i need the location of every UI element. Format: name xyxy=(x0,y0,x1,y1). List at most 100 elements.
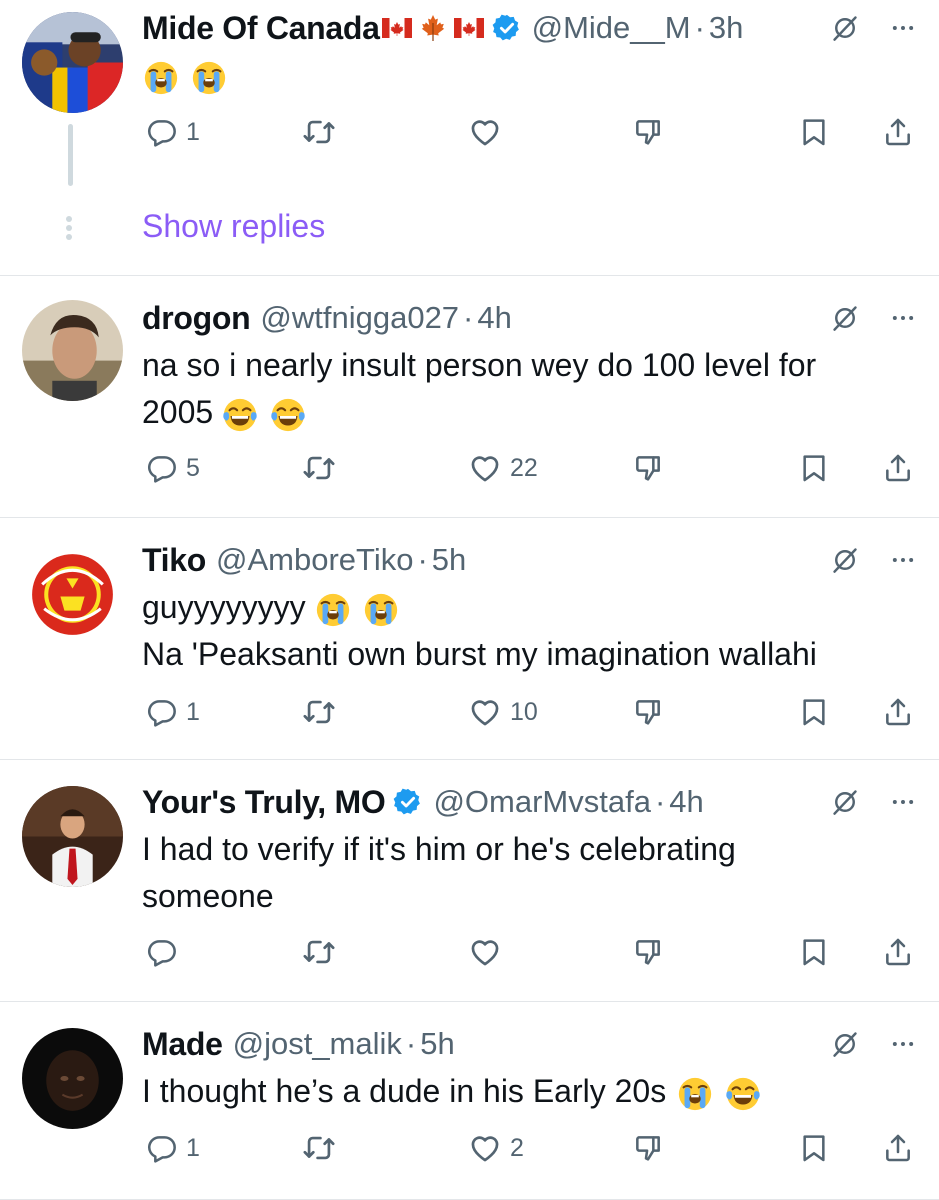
share-icon xyxy=(882,452,914,484)
bookmark-button[interactable] xyxy=(798,112,830,152)
dislike-icon xyxy=(632,696,664,728)
dislike-button[interactable] xyxy=(632,1128,664,1168)
canada-flag-icon xyxy=(454,18,484,38)
reply-icon xyxy=(146,696,178,728)
display-name[interactable]: Made xyxy=(142,1026,223,1063)
tears-of-joy-emoji-icon xyxy=(221,396,259,434)
avatar[interactable] xyxy=(22,300,123,401)
retweet-icon xyxy=(302,115,336,149)
handle[interactable]: @Mide__M xyxy=(532,10,691,46)
retweet-button[interactable] xyxy=(302,448,336,488)
grok-icon[interactable] xyxy=(831,14,859,42)
more-options-icon[interactable] xyxy=(889,304,917,332)
tweet-text: I had to verify if it's him or he's cele… xyxy=(142,826,899,920)
reply-button[interactable] xyxy=(146,932,178,972)
share-icon xyxy=(882,116,914,148)
display-name[interactable]: Mide Of Canada xyxy=(142,10,380,47)
tweet-header: Mide Of Canada @Mide__M · 3h xyxy=(142,6,917,50)
display-name[interactable]: Your's Truly, MO xyxy=(142,784,386,821)
tweet-header: Tiko @AmboreTiko · 5h xyxy=(142,538,917,582)
avatar[interactable] xyxy=(22,12,123,113)
tweet-tiko[interactable]: Tiko @AmboreTiko · 5h guyyyyyyyy Na 'Pea… xyxy=(0,518,939,760)
share-button[interactable] xyxy=(882,448,914,488)
reply-count: 1 xyxy=(186,1133,200,1162)
tweet-text-line: I had to verify if it's him or he's cele… xyxy=(142,831,736,867)
dislike-button[interactable] xyxy=(632,112,664,152)
grok-icon[interactable] xyxy=(831,546,859,574)
reply-button[interactable]: 1 xyxy=(146,1128,200,1168)
bookmark-icon xyxy=(798,936,830,968)
reply-count: 1 xyxy=(186,117,200,146)
heart-icon xyxy=(468,451,502,485)
tweet-text-line: I thought he’s a dude in his Early 20s xyxy=(142,1068,899,1115)
action-bar: 1 2 xyxy=(142,1128,917,1168)
tweet-text-fragment: 2005 xyxy=(142,394,214,430)
bookmark-icon xyxy=(798,452,830,484)
handle[interactable]: @wtfnigga027 xyxy=(260,300,459,336)
avatar[interactable] xyxy=(22,544,123,645)
tweet-text-line: 2005 xyxy=(142,389,899,436)
share-button[interactable] xyxy=(882,932,914,972)
handle[interactable]: @AmboreTiko xyxy=(216,542,413,578)
display-name[interactable]: Tiko xyxy=(142,542,206,579)
more-options-icon[interactable] xyxy=(889,788,917,816)
bookmark-button[interactable] xyxy=(798,932,830,972)
like-button[interactable] xyxy=(468,932,502,972)
retweet-button[interactable] xyxy=(302,692,336,732)
reply-icon xyxy=(146,116,178,148)
bookmark-button[interactable] xyxy=(798,448,830,488)
dislike-icon xyxy=(632,452,664,484)
heart-icon xyxy=(468,1131,502,1165)
avatar[interactable] xyxy=(22,786,123,887)
retweet-button[interactable] xyxy=(302,1128,336,1168)
canada-flag-icon xyxy=(382,18,412,38)
heart-icon xyxy=(468,115,502,149)
tweet-omar[interactable]: Your's Truly, MO @OmarMvstafa · 4h I had… xyxy=(0,760,939,1002)
show-replies-link[interactable]: Show replies xyxy=(142,208,325,245)
more-options-icon[interactable] xyxy=(889,1030,917,1058)
tweet-made[interactable]: Made @jost_malik · 5h I thought he’s a d… xyxy=(0,1002,939,1200)
share-button[interactable] xyxy=(882,692,914,732)
bookmark-icon xyxy=(798,696,830,728)
more-options-icon[interactable] xyxy=(889,546,917,574)
separator-dot: · xyxy=(417,542,428,577)
handle[interactable]: @OmarMvstafa xyxy=(433,784,651,820)
timestamp[interactable]: 5h xyxy=(432,542,466,578)
grok-icon[interactable] xyxy=(831,788,859,816)
reply-button[interactable]: 1 xyxy=(146,112,200,152)
like-button[interactable]: 22 xyxy=(468,448,538,488)
handle[interactable]: @jost_malik xyxy=(233,1026,402,1062)
share-button[interactable] xyxy=(882,1128,914,1168)
tweet-mide[interactable]: Mide Of Canada @Mide__M · 3h 1 Show repl… xyxy=(0,0,939,276)
grok-icon[interactable] xyxy=(831,1030,859,1058)
display-name[interactable]: drogon xyxy=(142,300,251,337)
tweet-text: guyyyyyyyy Na 'Peaksanti own burst my im… xyxy=(142,584,899,678)
like-button[interactable]: 10 xyxy=(468,692,538,732)
tweet-drogon[interactable]: drogon @wtfnigga027 · 4h na so i nearly … xyxy=(0,276,939,518)
dislike-button[interactable] xyxy=(632,448,664,488)
action-bar xyxy=(142,932,917,972)
timestamp[interactable]: 3h xyxy=(709,10,743,46)
bookmark-button[interactable] xyxy=(798,1128,830,1168)
like-button[interactable]: 2 xyxy=(468,1128,524,1168)
more-options-icon[interactable] xyxy=(889,14,917,42)
thread-dots xyxy=(66,216,72,243)
tears-of-joy-emoji-icon xyxy=(269,396,307,434)
grok-icon[interactable] xyxy=(831,304,859,332)
timestamp[interactable]: 4h xyxy=(477,300,511,336)
like-button[interactable] xyxy=(468,112,502,152)
timestamp[interactable]: 5h xyxy=(420,1026,454,1062)
dislike-button[interactable] xyxy=(632,692,664,732)
retweet-button[interactable] xyxy=(302,112,336,152)
avatar[interactable] xyxy=(22,1028,123,1129)
reply-button[interactable]: 1 xyxy=(146,692,200,732)
heart-icon xyxy=(468,935,502,969)
retweet-button[interactable] xyxy=(302,932,336,972)
timestamp[interactable]: 4h xyxy=(669,784,703,820)
share-button[interactable] xyxy=(882,112,914,152)
separator-dot: · xyxy=(654,784,666,819)
reply-button[interactable]: 5 xyxy=(146,448,200,488)
bookmark-button[interactable] xyxy=(798,692,830,732)
header-actions xyxy=(831,6,917,50)
dislike-button[interactable] xyxy=(632,932,664,972)
